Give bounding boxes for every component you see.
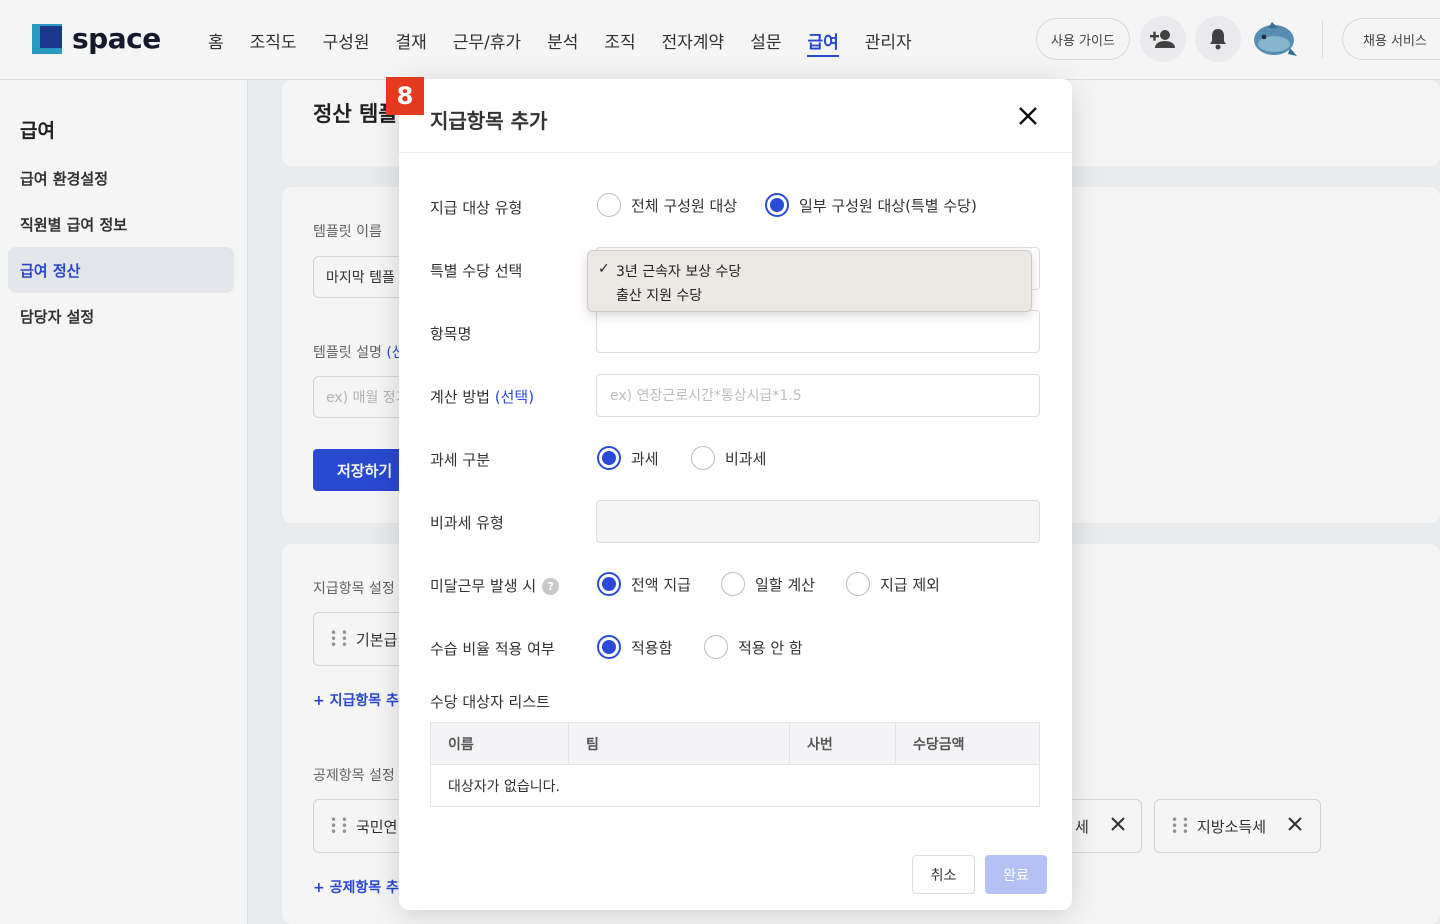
partial-attendance-label: 미달근무 발생 시? [430, 575, 560, 596]
item-name-input[interactable] [596, 310, 1040, 353]
recipient-list-title: 수당 대상자 리스트 [430, 693, 550, 711]
column-name: 이름 [431, 723, 569, 764]
step-badge: 8 [386, 77, 424, 115]
recipient-table: 이름 팀 사번 수당금액 대상자가 없습니다. [430, 722, 1040, 807]
dropdown-option-childbirth[interactable]: 출산 지원 수당 [616, 285, 702, 305]
exclude-payment-radio[interactable]: 지급 제외 [846, 572, 940, 596]
calc-method-label: 계산 방법 (선택) [430, 388, 535, 406]
special-allowance-dropdown: ✓ 3년 근속자 보상 수당 출산 지원 수당 [587, 250, 1032, 312]
checkmark-icon: ✓ [598, 261, 610, 277]
special-allowance-label: 특별 수당 선택 [430, 262, 523, 280]
calc-method-input[interactable] [596, 374, 1040, 417]
close-icon[interactable] [1013, 101, 1043, 131]
probation-apply-radio[interactable]: 적용함 [597, 635, 672, 659]
dropdown-option-long-service[interactable]: 3년 근속자 보상 수당 [616, 261, 741, 281]
probation-not-apply-radio[interactable]: 적용 안 함 [704, 635, 803, 659]
probation-ratio-label: 수습 비율 적용 여부 [430, 640, 555, 658]
non-taxable-radio[interactable]: 비과세 [691, 446, 766, 470]
non-taxable-type-label: 비과세 유형 [430, 514, 504, 532]
cancel-button[interactable]: 취소 [912, 855, 975, 894]
taxable-radio[interactable]: 과세 [597, 446, 659, 470]
help-icon[interactable]: ? [542, 578, 560, 595]
column-team: 팀 [569, 723, 790, 764]
full-payment-radio[interactable]: 전액 지급 [597, 572, 691, 596]
column-allowance-amount: 수당금액 [913, 736, 965, 753]
done-button[interactable]: 완료 [985, 855, 1047, 894]
table-empty-message: 대상자가 없습니다. [448, 778, 560, 795]
target-partial-radio[interactable]: 일부 구성원 대상(특별 수당) [765, 193, 977, 217]
modal-divider [399, 152, 1072, 153]
prorate-radio[interactable]: 일할 계산 [721, 572, 815, 596]
non-taxable-type-select[interactable] [596, 500, 1040, 543]
target-all-radio[interactable]: 전체 구성원 대상 [597, 193, 737, 217]
item-name-label: 항목명 [430, 325, 472, 343]
tax-type-label: 과세 구분 [430, 451, 490, 469]
target-type-label: 지급 대상 유형 [430, 199, 523, 217]
modal-title: 지급항목 추가 [430, 109, 548, 133]
column-employee-id: 사번 [790, 723, 896, 764]
add-pay-item-modal: 지급항목 추가 지급 대상 유형 전체 구성원 대상 일부 구성원 대상(특별 … [399, 79, 1072, 910]
table-header: 이름 팀 사번 수당금액 [431, 723, 1039, 765]
